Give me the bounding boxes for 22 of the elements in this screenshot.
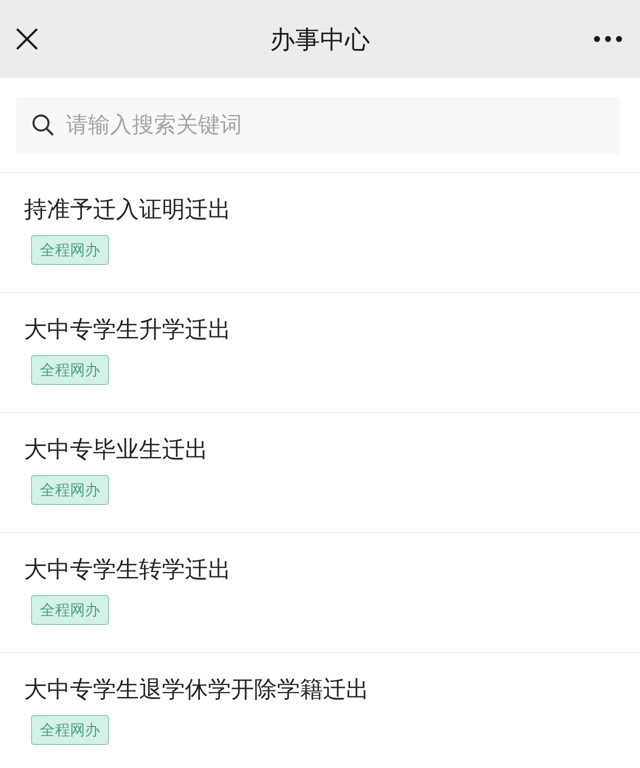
close-icon: [16, 28, 38, 50]
service-list-item[interactable]: 大中专学生升学迁出 全程网办: [0, 293, 640, 413]
online-service-tag: 全程网办: [31, 475, 109, 505]
online-service-tag: 全程网办: [31, 595, 109, 625]
service-list-item[interactable]: 持准予迁入证明迁出 全程网办: [0, 173, 640, 293]
more-icon: [594, 36, 622, 42]
service-list-item[interactable]: 大中专学生转学迁出 全程网办: [0, 533, 640, 653]
page-title: 办事中心: [270, 24, 370, 56]
search-icon: [32, 114, 54, 136]
service-title: 持准予迁入证明迁出: [24, 196, 231, 225]
search-field[interactable]: 请输入搜索关键词: [16, 97, 620, 154]
service-title: 大中专学生转学迁出: [24, 556, 231, 585]
service-list-item[interactable]: 大中专学生退学休学开除学籍迁出 全程网办: [0, 653, 640, 768]
online-service-tag: 全程网办: [31, 715, 109, 745]
more-button[interactable]: [594, 36, 622, 42]
service-title: 大中专学生退学休学开除学籍迁出: [24, 676, 369, 705]
service-title: 大中专学生升学迁出: [24, 316, 231, 345]
service-list-item[interactable]: 大中专毕业生迁出 全程网办: [0, 413, 640, 533]
close-button[interactable]: [16, 28, 38, 50]
service-title: 大中专毕业生迁出: [24, 436, 208, 465]
online-service-tag: 全程网办: [31, 355, 109, 385]
online-service-tag: 全程网办: [31, 235, 109, 265]
